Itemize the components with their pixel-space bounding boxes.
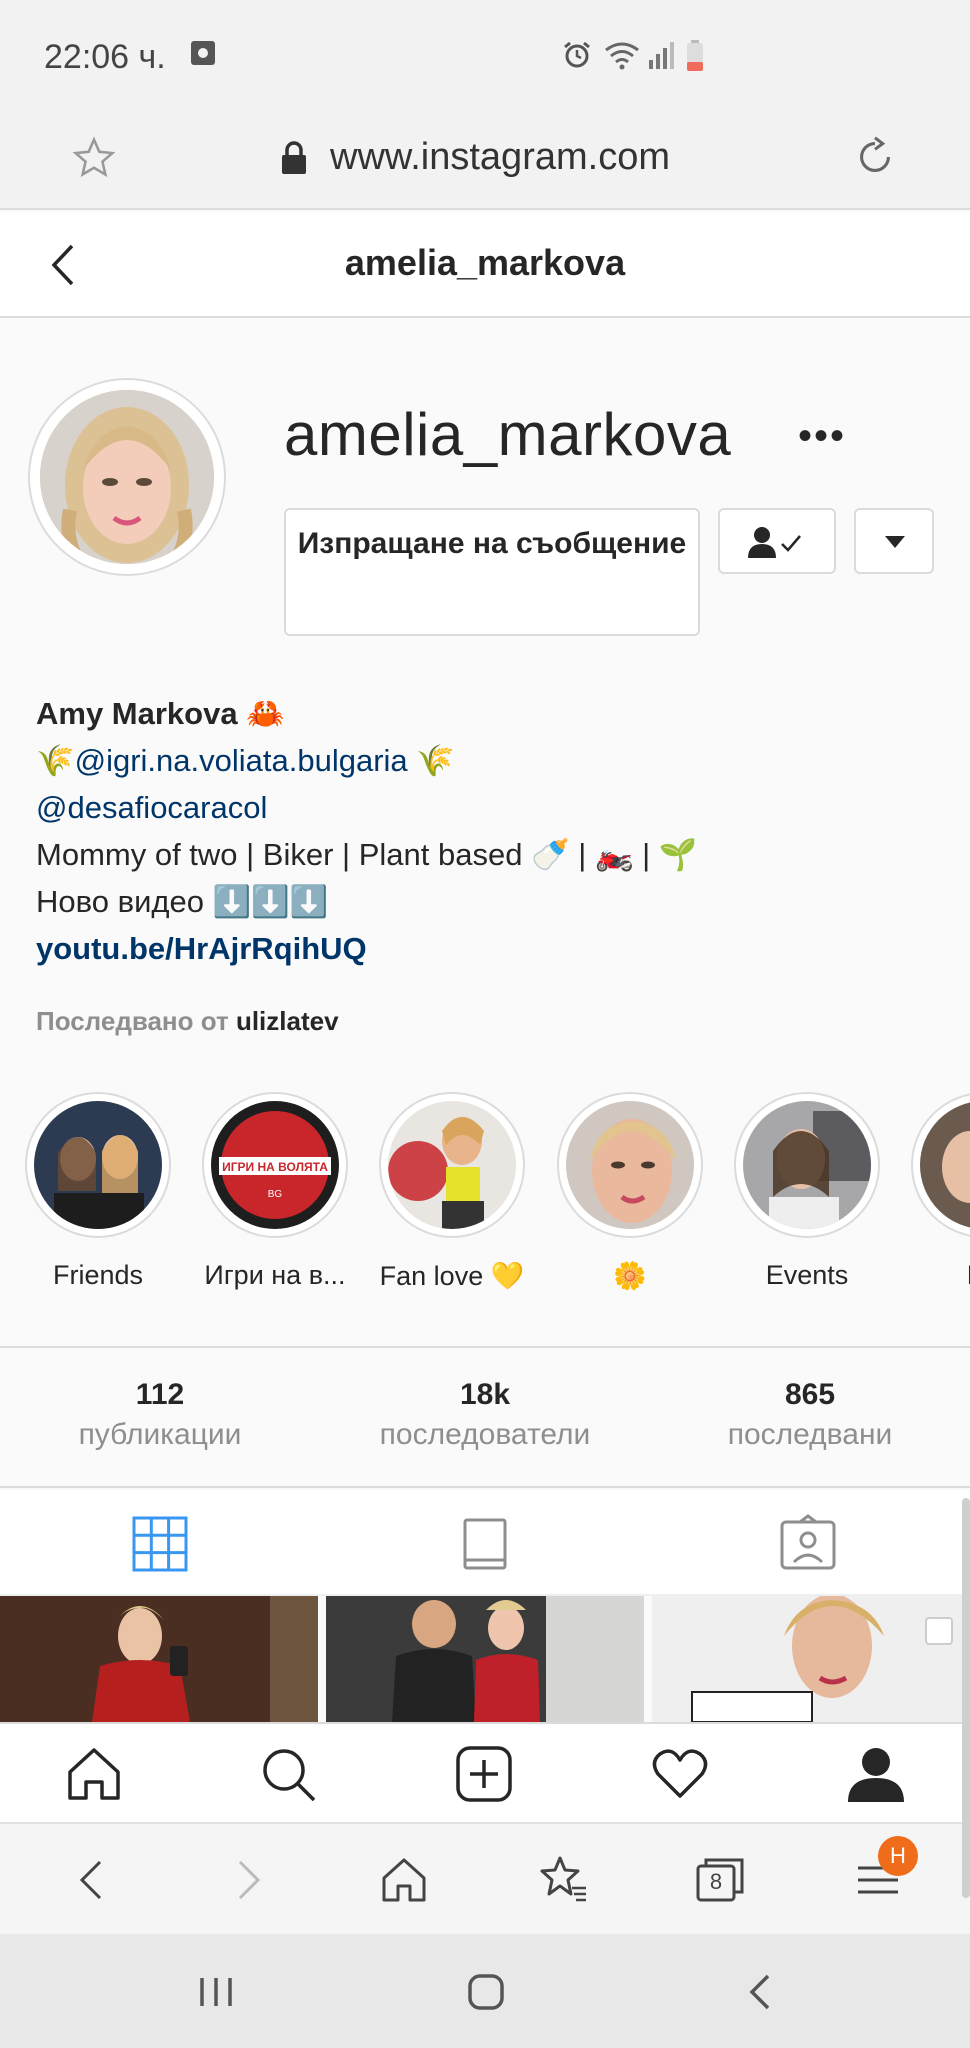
wifi-icon bbox=[605, 42, 639, 70]
bio-emoji-wheat: 🌾 bbox=[36, 743, 75, 778]
lock-icon bbox=[282, 141, 306, 174]
highlight-cover bbox=[388, 1101, 516, 1229]
profile-avatar[interactable] bbox=[28, 378, 226, 576]
url-text[interactable]: www.instagram.com bbox=[330, 136, 670, 179]
igri-logo-text: ИГРИ НА ВОЛЯТА bbox=[222, 1160, 328, 1174]
profile-tabs bbox=[0, 1490, 970, 1596]
bio-line-1: 🌾@igri.na.voliata.bulgaria 🌾 bbox=[36, 737, 936, 784]
search-icon[interactable] bbox=[258, 1744, 318, 1804]
bio-emoji-wheat-2: 🌾 bbox=[407, 743, 455, 778]
header-title: amelia_markova bbox=[344, 242, 626, 283]
followed-by-label: Последвано от bbox=[36, 1006, 229, 1036]
highlight-label: Игри на в... bbox=[204, 1260, 346, 1290]
highlight-cover bbox=[566, 1101, 694, 1229]
system-nav-bar bbox=[0, 1934, 970, 2048]
highlight-cover bbox=[743, 1101, 871, 1229]
battery-icon bbox=[687, 40, 703, 71]
bio-full-name: Amy Markova 🦀 bbox=[36, 696, 285, 731]
person-check-icon bbox=[748, 527, 801, 558]
suggestions-dropdown-button[interactable] bbox=[854, 508, 934, 574]
browser-back-icon[interactable] bbox=[66, 1854, 118, 1906]
followed-by[interactable]: Последвано от ulizlatev bbox=[36, 1006, 339, 1037]
grid-post[interactable] bbox=[326, 1596, 644, 1722]
alarm-icon bbox=[564, 41, 590, 68]
highlight-label: 🌼 bbox=[613, 1261, 647, 1291]
highlight-partial[interactable]: Da bbox=[904, 1092, 970, 1291]
status-time: 22:06 ч. bbox=[44, 38, 166, 76]
grid-post[interactable] bbox=[652, 1596, 970, 1722]
screen-record-icon bbox=[191, 41, 215, 65]
highlight-label: Fan love 💛 bbox=[379, 1261, 525, 1291]
highlight-flower[interactable]: 🌼 bbox=[550, 1092, 710, 1292]
system-home-icon[interactable] bbox=[466, 1972, 506, 2012]
grid-view-icon[interactable] bbox=[130, 1514, 190, 1574]
highlight-igri[interactable]: ИГРИ НА ВОЛЯТА BG Игри на в... bbox=[195, 1092, 355, 1291]
following-label: последвани bbox=[727, 1418, 893, 1451]
highlight-cover: ИГРИ НА ВОЛЯТА BG bbox=[211, 1101, 339, 1229]
browser-home-icon[interactable] bbox=[378, 1854, 430, 1906]
bio-line-3: Mommy of two | Biker | Plant based 🍼 | 🏍… bbox=[36, 837, 698, 872]
bookmarks-star-icon[interactable] bbox=[536, 1854, 588, 1906]
posts-label: публикации bbox=[78, 1418, 242, 1451]
browser-forward-icon[interactable] bbox=[222, 1854, 274, 1906]
home-icon[interactable] bbox=[64, 1744, 124, 1804]
status-bar: 22:06 ч. bbox=[0, 0, 970, 110]
followers-label: последователи bbox=[379, 1418, 591, 1451]
reload-icon[interactable] bbox=[852, 134, 898, 180]
instagram-bottom-nav bbox=[0, 1722, 970, 1822]
bio-mention-desafio[interactable]: @desafiocaracol bbox=[36, 784, 936, 831]
story-highlights: Friends ИГРИ НА ВОЛЯТА BG Игри на в... Fa… bbox=[0, 1092, 970, 1292]
send-message-button[interactable]: Изпращане на съобщение bbox=[284, 508, 700, 636]
bio-website-link[interactable]: youtu.be/HrAjrRqihUQ bbox=[36, 925, 936, 972]
highlight-label: Friends bbox=[52, 1260, 144, 1290]
grid-post[interactable] bbox=[0, 1596, 318, 1722]
highlight-fan-love[interactable]: Fan love 💛 bbox=[372, 1092, 532, 1292]
profile-icon[interactable] bbox=[846, 1744, 906, 1804]
stat-followers[interactable]: 18k последователи bbox=[335, 1378, 635, 1452]
bookmark-star-icon[interactable] bbox=[72, 136, 116, 180]
more-options-icon[interactable]: ••• bbox=[798, 414, 846, 459]
highlight-friends[interactable]: Friends bbox=[18, 1092, 178, 1291]
feed-view-icon[interactable] bbox=[455, 1514, 515, 1574]
profile-stats: 112 публикации 18k последователи 865 пос… bbox=[0, 1346, 970, 1488]
highlight-label: Events bbox=[765, 1260, 849, 1290]
bio-mention-igri[interactable]: @igri.na.voliata.bulgaria bbox=[75, 743, 408, 778]
stat-posts: 112 публикации bbox=[10, 1378, 310, 1452]
recent-apps-icon[interactable] bbox=[196, 1972, 236, 2012]
highlight-events[interactable]: Events bbox=[727, 1092, 887, 1291]
post-grid bbox=[0, 1596, 970, 1722]
system-back-icon[interactable] bbox=[740, 1972, 780, 2012]
tagged-photos-icon[interactable] bbox=[778, 1514, 838, 1574]
instagram-header: amelia_markova bbox=[0, 212, 970, 318]
following-button[interactable] bbox=[718, 508, 836, 574]
followers-count: 18k bbox=[459, 1378, 511, 1411]
browser-bottom-nav: 8 Н bbox=[0, 1822, 970, 1934]
stat-following[interactable]: 865 последвани bbox=[660, 1378, 960, 1452]
scrollbar[interactable] bbox=[962, 1498, 970, 1898]
tabs-button[interactable]: 8 bbox=[694, 1854, 746, 1906]
followed-by-user[interactable]: ulizlatev bbox=[236, 1006, 339, 1036]
new-post-icon[interactable] bbox=[454, 1744, 514, 1804]
avatar-image bbox=[40, 390, 214, 564]
posts-count: 112 bbox=[135, 1378, 185, 1411]
browser-address-bar: www.instagram.com bbox=[0, 110, 970, 210]
highlight-cover bbox=[920, 1101, 970, 1229]
activity-heart-icon[interactable] bbox=[650, 1744, 710, 1804]
profile-bio: Amy Markova 🦀 🌾@igri.na.voliata.bulgaria… bbox=[36, 690, 936, 972]
caret-down-icon bbox=[885, 536, 905, 548]
igri-logo-sub: BG bbox=[268, 1189, 283, 1200]
highlight-label: Da bbox=[904, 1260, 970, 1291]
bio-line-4: Ново видео ⬇️⬇️⬇️ bbox=[36, 884, 329, 919]
highlight-cover bbox=[34, 1101, 162, 1229]
following-count: 865 bbox=[784, 1378, 836, 1411]
notification-badge: Н bbox=[878, 1836, 918, 1876]
profile-username: amelia_markova bbox=[284, 401, 732, 468]
signal-icon bbox=[649, 42, 674, 69]
tabs-count: 8 bbox=[709, 1869, 723, 1894]
